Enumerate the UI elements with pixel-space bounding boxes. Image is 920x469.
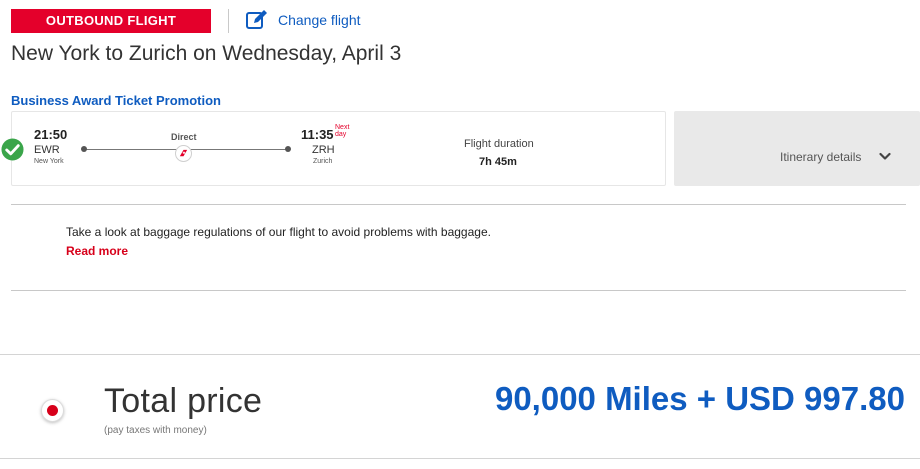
promotion-label: Business Award Ticket Promotion — [11, 93, 221, 108]
stops-label: Direct — [171, 132, 197, 142]
flight-duration-value: 7h 45m — [479, 156, 517, 168]
divider — [11, 290, 906, 291]
route-end-dot — [285, 146, 291, 152]
route-start-dot — [81, 146, 87, 152]
departure-airport-code: EWR — [34, 144, 60, 156]
divider — [0, 354, 920, 355]
arrival-city: Zurich — [313, 158, 333, 165]
total-price-sublabel: (pay taxes with money) — [104, 425, 207, 436]
total-price-value: 90,000 Miles + USD 997.80 — [494, 380, 905, 417]
next-day-indicator: Next day — [335, 124, 350, 138]
departure-time: 21:50 — [34, 127, 68, 142]
swiss-airline-logo-icon — [179, 149, 188, 157]
page-title: New York to Zurich on Wednesday, April 3 — [11, 42, 402, 65]
arrival-airport-code: ZRH — [312, 144, 335, 156]
arrival-time: 11:35 — [301, 127, 334, 142]
total-price-radio[interactable] — [41, 399, 64, 422]
change-flight-label[interactable]: Change flight — [278, 12, 361, 28]
check-circle-icon — [1, 138, 24, 161]
airline-logo — [175, 145, 192, 162]
itinerary-details-label[interactable]: Itinerary details — [780, 150, 861, 164]
radio-selected-dot — [47, 405, 58, 416]
chevron-down-icon[interactable] — [879, 152, 891, 161]
header-divider — [228, 9, 229, 33]
edit-icon — [246, 10, 267, 29]
departure-city: New York — [34, 158, 64, 165]
change-flight-link[interactable]: Change flight — [245, 8, 361, 32]
baggage-info-text: Take a look at baggage regulations of ou… — [66, 225, 491, 239]
itinerary-details-button[interactable]: Itinerary details — [674, 111, 920, 186]
flight-duration-label: Flight duration — [464, 138, 534, 150]
divider — [11, 204, 906, 205]
flight-card[interactable]: 21:50 EWR New York Direct 11:35 Next day… — [1, 111, 666, 186]
divider — [0, 458, 920, 459]
outbound-flight-badge: OUTBOUND FLIGHT — [11, 9, 211, 33]
read-more-link[interactable]: Read more — [66, 244, 128, 258]
total-price-label: Total price — [104, 382, 263, 420]
